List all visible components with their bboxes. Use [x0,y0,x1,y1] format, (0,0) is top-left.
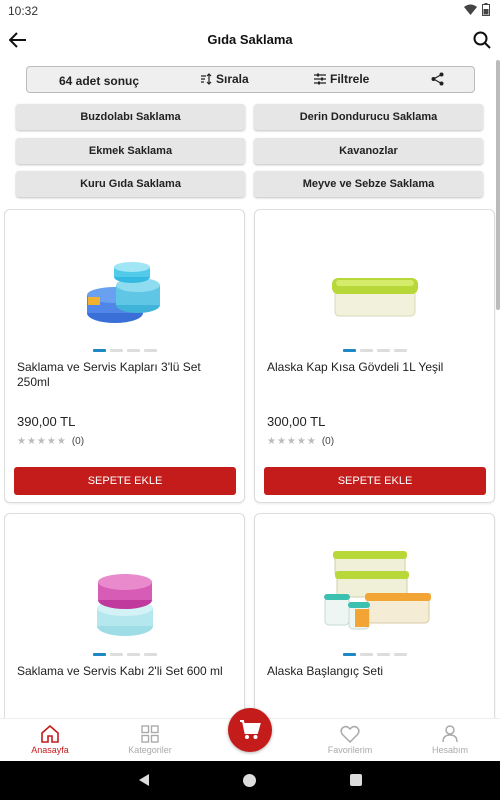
system-home-icon[interactable] [243,774,256,787]
nav-favorites[interactable]: Favorilerim [310,723,390,755]
product-rating: ★★★★★ (0) [267,436,334,447]
nav-categories[interactable]: Kategoriler [110,723,190,755]
image-pager[interactable] [343,653,407,656]
chip-kuru-gida-saklama[interactable]: Kuru Gıda Saklama [16,171,245,197]
chip-derin-dondurucu-saklama[interactable]: Derin Dondurucu Saklama [254,104,483,130]
status-icons [464,3,490,16]
nav-account-label: Hesabım [431,745,468,755]
product-name[interactable]: Alaska Başlangıç Seti [267,664,486,679]
image-pager[interactable] [93,349,157,352]
product-card[interactable]: Alaska Başlangıç Seti [254,513,495,719]
heart-icon [340,725,360,743]
product-rating: ★★★★★ (0) [17,436,84,447]
nav-favorites-label: Favorilerim [327,745,373,755]
filter-label: Filtrele [330,72,370,86]
product-image [255,240,494,350]
status-bar: 10:32 [0,0,500,22]
product-name[interactable]: Saklama ve Servis Kapları 3'lü Set 250ml [17,360,236,390]
system-back-icon[interactable] [138,773,150,787]
star-rating-icon: ★★★★★ [17,436,67,447]
filter-button[interactable]: Filtrele [314,72,369,86]
scrollbar[interactable] [496,60,500,310]
grid-icon [141,725,159,743]
search-button[interactable] [470,28,494,52]
nav-home[interactable]: Anasayfa [10,723,90,755]
product-card[interactable]: Alaska Kap Kısa Gövdeli 1L Yeşil 300,00 … [254,209,495,503]
product-name[interactable]: Alaska Kap Kısa Gövdeli 1L Yeşil [267,360,486,375]
chip-buzdolabi-saklama[interactable]: Buzdolabı Saklama [16,104,245,130]
search-icon [473,31,491,49]
chip-meyve-ve-sebze-saklama[interactable]: Meyve ve Sebze Saklama [254,171,483,197]
cart-icon [240,720,261,739]
page-title: Gıda Saklama [207,32,293,47]
chip-ekmek-saklama[interactable]: Ekmek Saklama [16,138,245,164]
product-grid: Saklama ve Servis Kapları 3'lü Set 250ml… [4,209,496,719]
system-recents-icon[interactable] [350,774,362,786]
chip-kavanozlar[interactable]: Kavanozlar [254,138,483,164]
cart-button[interactable] [228,708,272,752]
share-button[interactable] [431,72,444,89]
status-time: 10:32 [8,4,39,18]
product-image [5,240,244,350]
sort-icon [201,73,212,85]
product-price: 300,00 TL [267,414,326,429]
user-icon [442,725,458,743]
product-image [5,544,244,654]
results-toolbar: 64 adet sonuç Sırala Filtrele [26,66,475,93]
rating-count: (0) [321,436,335,447]
image-pager[interactable] [343,349,407,352]
add-to-cart-button[interactable]: SEPETE EKLE [14,467,236,495]
image-pager[interactable] [93,653,157,656]
product-card[interactable]: Saklama ve Servis Kapları 3'lü Set 250ml… [4,209,245,503]
sort-button[interactable]: Sırala [200,72,249,86]
product-price: 390,00 TL [17,414,76,429]
filter-icon [314,73,326,85]
app-bar: Gıda Saklama [0,22,500,58]
star-rating-icon: ★★★★★ [267,436,317,447]
nav-categories-label: Kategoriler [128,745,172,755]
share-icon [431,72,444,86]
rating-count: (0) [71,436,85,447]
product-card[interactable]: Saklama ve Servis Kabı 2'li Set 600 ml [4,513,245,719]
wifi-icon [464,4,477,15]
sort-label: Sırala [216,72,249,86]
system-navigation-bar [0,761,500,800]
product-image [255,540,494,650]
battery-icon [482,3,490,16]
add-to-cart-button[interactable]: SEPETE EKLE [264,467,486,495]
result-count: 64 adet sonuç [59,74,140,88]
nav-home-label: Anasayfa [31,745,69,755]
nav-account[interactable]: Hesabım [410,723,490,755]
product-name[interactable]: Saklama ve Servis Kabı 2'li Set 600 ml [17,664,236,679]
home-icon [41,725,59,743]
